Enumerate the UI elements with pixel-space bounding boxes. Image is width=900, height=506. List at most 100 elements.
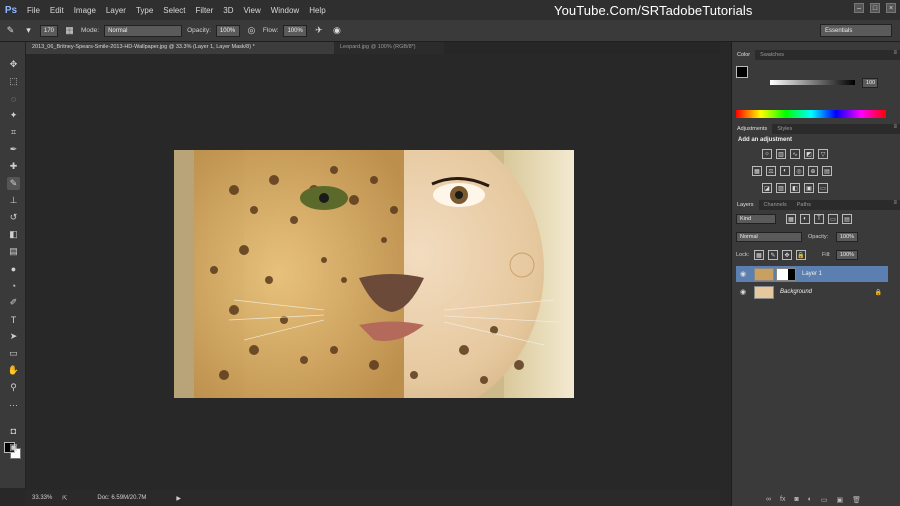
move-tool-icon[interactable]: ✥	[7, 58, 20, 71]
quick-select-tool-icon[interactable]: ✦	[7, 109, 20, 122]
tab-channels[interactable]: Channels	[759, 200, 792, 210]
brush-size-picker[interactable]: 170	[40, 24, 58, 37]
eyedropper-tool-icon[interactable]: ✒	[7, 143, 20, 156]
color-fg-swatch[interactable]	[736, 66, 748, 78]
color-spectrum-bar[interactable]	[736, 110, 886, 118]
tab-active-document[interactable]: 2013_06_Britney-Spears-Smile-2013-HD-Wal…	[26, 42, 334, 54]
export-icon[interactable]: ⇱	[62, 495, 67, 502]
gradient-tool-icon[interactable]: ▤	[7, 245, 20, 258]
threshold-icon[interactable]: ◧	[790, 183, 800, 193]
tab-swatches[interactable]: Swatches	[755, 50, 789, 60]
hue-saturation-icon[interactable]: ▦	[752, 166, 762, 176]
flow-field[interactable]: 100%	[283, 24, 308, 37]
menu-window[interactable]: Window	[266, 6, 304, 15]
tab-paths[interactable]: Paths	[792, 200, 816, 210]
brush-tool-icon[interactable]: ✎	[7, 177, 20, 190]
photo-filter-icon[interactable]: ◎	[794, 166, 804, 176]
history-brush-tool-icon[interactable]: ↺	[7, 211, 20, 224]
crop-tool-icon[interactable]: ⌗	[7, 126, 20, 139]
brightness-icon[interactable]: ☼	[762, 149, 772, 159]
filter-smart-object-icon[interactable]: ▤	[842, 214, 852, 224]
exposure-icon[interactable]: ◩	[804, 149, 814, 159]
menu-image[interactable]: Image	[69, 6, 101, 15]
menu-help[interactable]: Help	[304, 6, 330, 15]
selective-color-icon[interactable]: ▣	[804, 183, 814, 193]
vibrance-icon[interactable]: ▽	[818, 149, 828, 159]
color-lookup-icon[interactable]: ▤	[822, 166, 832, 176]
gradient-map-icon[interactable]: ▭	[818, 183, 828, 193]
tab-styles[interactable]: Styles	[772, 124, 797, 134]
tab-leopard-document[interactable]: Leopard.jpg @ 100% (RGB/8*)	[334, 42, 444, 54]
black-white-icon[interactable]: ◐	[780, 166, 790, 176]
fill-field[interactable]: 100%	[836, 250, 858, 260]
chevron-down-icon[interactable]: ▾	[22, 24, 35, 37]
airbrush-icon[interactable]: ✈	[312, 24, 325, 37]
canvas-area[interactable]	[26, 54, 720, 490]
k-value-field[interactable]: 100	[862, 78, 878, 88]
brush-panel-icon[interactable]: ▦	[63, 24, 76, 37]
hand-tool-icon[interactable]: ✋	[7, 364, 20, 377]
new-adjustment-icon[interactable]: ◐	[808, 496, 812, 504]
layer-opacity-field[interactable]: 100%	[836, 232, 858, 242]
levels-icon[interactable]: ▥	[776, 149, 786, 159]
type-tool-icon[interactable]: T	[7, 313, 20, 326]
filter-shape-icon[interactable]: ▭	[828, 214, 838, 224]
status-menu-arrow-icon[interactable]: ▶	[176, 495, 181, 502]
workspace-select[interactable]: Essentials	[820, 24, 892, 37]
layer-mask-thumbnail[interactable]	[776, 267, 796, 281]
pressure-opacity-icon[interactable]: ◎	[245, 24, 258, 37]
pressure-size-icon[interactable]: ◉	[330, 24, 343, 37]
blend-mode-select[interactable]: Normal	[736, 232, 802, 242]
tab-color[interactable]: Color	[732, 50, 756, 60]
blur-tool-icon[interactable]: ●	[7, 262, 20, 275]
k-slider[interactable]	[770, 80, 855, 85]
delete-layer-icon[interactable]: 🗑	[852, 496, 861, 504]
document-image[interactable]	[174, 150, 574, 398]
visibility-eye-icon[interactable]: ◉	[738, 270, 748, 278]
new-group-icon[interactable]: ▭	[821, 496, 828, 504]
visibility-eye-icon[interactable]: ◉	[738, 288, 748, 296]
menu-view[interactable]: View	[239, 6, 266, 15]
menu-type[interactable]: Type	[131, 6, 158, 15]
posterize-icon[interactable]: ▨	[776, 183, 786, 193]
menu-filter[interactable]: Filter	[191, 6, 219, 15]
color-balance-icon[interactable]: ⚖	[766, 166, 776, 176]
layer-name[interactable]: Layer 1	[802, 271, 822, 277]
path-selection-tool-icon[interactable]: ➤	[7, 330, 20, 343]
new-layer-icon[interactable]: ▣	[837, 496, 844, 504]
maximize-button[interactable]: □	[870, 3, 880, 13]
filter-type-icon[interactable]: T	[814, 214, 824, 224]
menu-3d[interactable]: 3D	[218, 6, 238, 15]
filter-adjustment-icon[interactable]: ◐	[800, 214, 810, 224]
curves-icon[interactable]: ∿	[790, 149, 800, 159]
tab-adjustments[interactable]: Adjustments	[732, 124, 773, 134]
filter-pixel-icon[interactable]: ▦	[786, 214, 796, 224]
layer-row-layer-1[interactable]: ◉ Layer 1	[736, 266, 888, 282]
eraser-tool-icon[interactable]: ◧	[7, 228, 20, 241]
dodge-tool-icon[interactable]: ◔	[7, 279, 20, 292]
panel-menu-icon[interactable]: ≡	[893, 50, 897, 56]
pen-tool-icon[interactable]: ✐	[7, 296, 20, 309]
panel-menu-icon[interactable]: ≡	[893, 124, 897, 130]
layer-style-icon[interactable]: fx	[780, 496, 785, 504]
close-button[interactable]: ×	[886, 3, 896, 13]
screen-mode-icon[interactable]: ▣	[7, 441, 20, 454]
layer-kind-filter[interactable]: Kind	[736, 214, 776, 224]
shape-tool-icon[interactable]: ▭	[7, 347, 20, 360]
healing-brush-tool-icon[interactable]: ✚	[7, 160, 20, 173]
menu-edit[interactable]: Edit	[45, 6, 69, 15]
layer-row-background[interactable]: ◉ Background 🔒	[736, 284, 888, 300]
mode-select[interactable]: Normal	[104, 24, 183, 37]
brush-tool-icon[interactable]: ✎	[4, 24, 17, 37]
add-mask-icon[interactable]: ◙	[794, 496, 798, 504]
quick-mask-icon[interactable]: ◘	[7, 424, 20, 437]
lasso-tool-icon[interactable]: ◌	[7, 92, 20, 105]
lock-position-icon[interactable]: ✥	[782, 250, 792, 260]
lock-transparent-icon[interactable]: ▦	[754, 250, 764, 260]
layer-name[interactable]: Background	[780, 289, 812, 295]
link-layers-icon[interactable]: ∞	[766, 496, 771, 504]
more-tools-icon[interactable]: ···	[7, 398, 20, 411]
zoom-tool-icon[interactable]: ⚲	[7, 381, 20, 394]
lock-all-icon[interactable]: 🔒	[796, 250, 806, 260]
menu-layer[interactable]: Layer	[101, 6, 131, 15]
